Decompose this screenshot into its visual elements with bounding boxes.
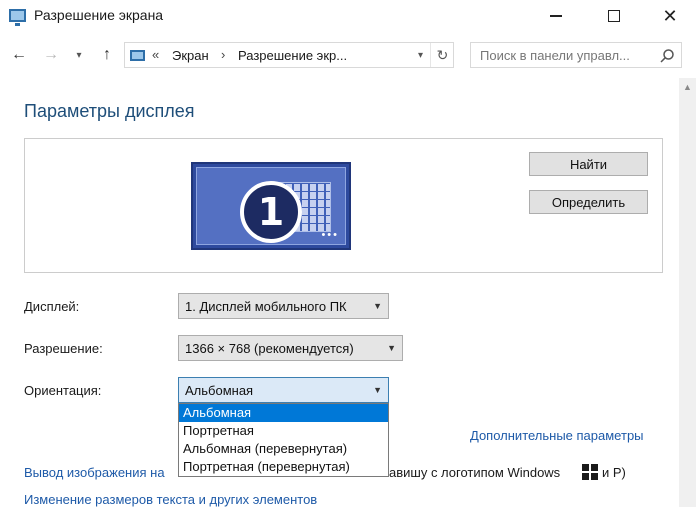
orientation-option-portrait-flipped[interactable]: Портретная (перевернутая) [179, 458, 388, 476]
maximize-icon [608, 10, 620, 22]
close-button[interactable]: ✕ [644, 0, 696, 32]
display-icon [130, 50, 145, 61]
arrow-left-icon: ← [11, 46, 27, 63]
monitor-dots: ••• [321, 229, 339, 241]
recent-locations-button[interactable]: ▾ [72, 44, 86, 66]
close-icon: ✕ [662, 5, 678, 26]
forward-button[interactable]: → [40, 44, 62, 66]
scroll-up-button[interactable]: ▲ [679, 78, 696, 95]
resolution-select-value: 1366 × 768 (рекомендуется) [185, 341, 354, 356]
breadcrumb-screen[interactable]: Экран [172, 48, 209, 63]
minimize-button[interactable] [530, 0, 582, 32]
address-dropdown-button[interactable]: ▾ [410, 43, 430, 67]
orientation-select[interactable]: Альбомная ▼ [178, 377, 389, 403]
chevron-down-icon: ▾ [417, 49, 424, 61]
window-title: Разрешение экрана [34, 7, 164, 23]
windows-logo-icon [582, 464, 598, 480]
project-link[interactable]: Вывод изображения на [24, 465, 165, 480]
chevron-down-icon: ▼ [387, 343, 396, 353]
maximize-button[interactable] [588, 0, 640, 32]
advanced-settings-link[interactable]: Дополнительные параметры [470, 428, 644, 443]
orientation-option-landscape-flipped[interactable]: Альбомная (перевернутая) [179, 440, 388, 458]
project-hint-text: авишу с логотипом Windows [389, 465, 561, 480]
text-size-link[interactable]: Изменение размеров текста и других элеме… [24, 492, 317, 507]
arrow-right-icon: → [43, 46, 59, 63]
orientation-option-portrait[interactable]: Портретная [179, 422, 388, 440]
orientation-select-value: Альбомная [185, 383, 254, 398]
chevron-up-icon: ▲ [683, 81, 692, 92]
navigation-bar: ← → ▾ ↑ « Экран › Разрешение экр... ▾ ↻ … [0, 40, 696, 70]
display-select[interactable]: 1. Дисплей мобильного ПК ▼ [178, 293, 389, 319]
find-button[interactable]: Найти [529, 152, 648, 176]
search-placeholder: Поиск в панели управл... [480, 48, 630, 63]
refresh-icon: ↻ [436, 46, 449, 63]
chevron-down-icon: ▾ [76, 49, 82, 61]
breadcrumb-separator[interactable]: › [221, 47, 225, 62]
display-label: Дисплей: [24, 299, 80, 314]
title-bar: Разрешение экрана ✕ [0, 0, 696, 34]
page-title: Параметры дисплея [24, 101, 195, 121]
minimize-icon [550, 15, 562, 17]
address-prefix[interactable]: « [152, 47, 159, 62]
chevron-down-icon: ▼ [373, 301, 382, 311]
monitor-1[interactable]: 1 ••• [191, 162, 351, 250]
back-button[interactable]: ← [8, 44, 30, 66]
refresh-button[interactable]: ↻ [430, 43, 454, 67]
chevron-down-icon: ▼ [373, 385, 382, 395]
display-select-value: 1. Дисплей мобильного ПК [185, 299, 347, 314]
search-input[interactable]: Поиск в панели управл... [470, 42, 682, 68]
resolution-label: Разрешение: [24, 341, 103, 356]
up-button[interactable]: ↑ [96, 44, 118, 66]
arrow-up-icon: ↑ [103, 46, 111, 63]
display-icon [9, 9, 26, 26]
orientation-dropdown-list[interactable]: Альбомная Портретная Альбомная (переверн… [178, 403, 389, 477]
monitor-number: 1 [240, 181, 302, 243]
orientation-option-landscape[interactable]: Альбомная [179, 404, 388, 422]
search-icon [660, 49, 674, 63]
resolution-select[interactable]: 1366 × 768 (рекомендуется) ▼ [178, 335, 403, 361]
identify-button[interactable]: Определить [529, 190, 648, 214]
orientation-label: Ориентация: [24, 383, 102, 398]
breadcrumb-resolution[interactable]: Разрешение экр... [238, 48, 347, 63]
project-hint-text-end: и P) [602, 465, 626, 480]
scrollbar[interactable]: ▲ [679, 78, 696, 507]
display-preview-panel: 1 ••• Найти Определить [24, 138, 663, 273]
address-bar[interactable]: « Экран › Разрешение экр... ▾ ↻ [124, 42, 454, 68]
monitor-screen: 1 ••• [196, 167, 346, 245]
